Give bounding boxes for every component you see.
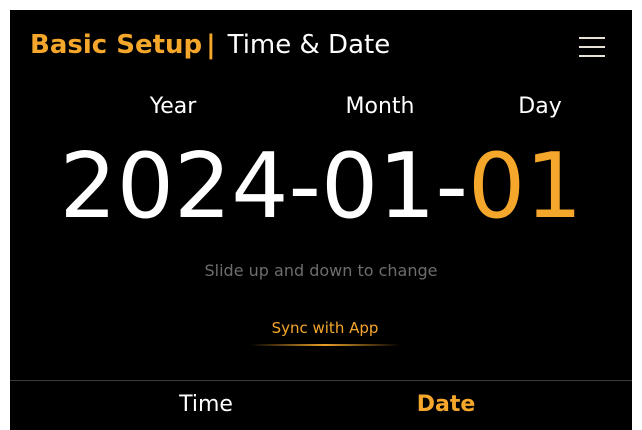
year-picker[interactable]: 2024 (59, 134, 288, 239)
day-label: Day (518, 94, 562, 119)
tab-date[interactable]: Date (366, 382, 526, 430)
title-separator: | (206, 30, 216, 60)
title-subtitle: Time & Date (227, 30, 391, 60)
title-main: Basic Setup (30, 30, 203, 60)
header: Basic Setup | Time & Date (10, 10, 632, 82)
sync-underline (250, 344, 400, 346)
menu-line (579, 55, 605, 57)
day-picker[interactable]: 01 (468, 134, 583, 239)
device-screen: Basic Setup | Time & Date Year Month Day 2… (10, 10, 632, 430)
month-picker[interactable]: 01 (321, 134, 436, 239)
slide-hint: Slide up and down to change (204, 261, 438, 280)
hamburger-menu-icon[interactable] (576, 34, 608, 60)
menu-line (579, 37, 605, 39)
tab-time[interactable]: Time (126, 382, 286, 430)
month-label: Month (345, 94, 415, 119)
tab-divider (10, 380, 632, 381)
sync-with-app-button[interactable]: Sync with App (240, 316, 410, 340)
date-dash: - (288, 134, 321, 239)
date-dash: - (435, 134, 468, 239)
page-title: Basic Setup | Time & Date (30, 27, 390, 63)
date-picker: 2024-01-01 (10, 132, 632, 242)
year-label: Year (149, 94, 197, 119)
menu-line (579, 46, 605, 48)
